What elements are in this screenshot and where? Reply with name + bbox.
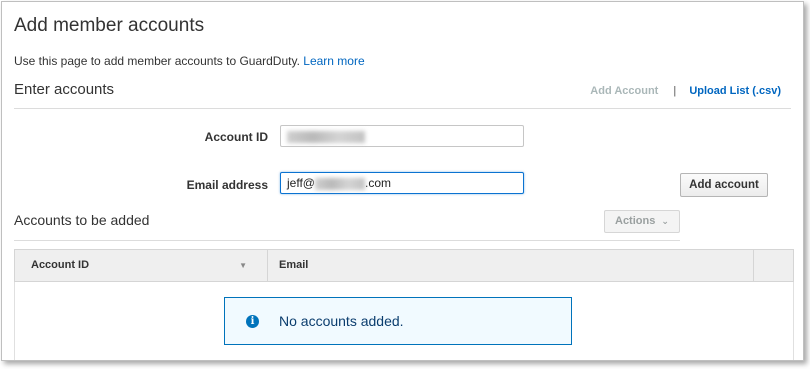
account-id-field[interactable] [280, 125, 524, 147]
description-text: Use this page to add member accounts to … [14, 54, 300, 68]
account-id-label: Account ID [204, 130, 268, 144]
empty-state-message: No accounts added. [279, 313, 404, 329]
accounts-table-header: Account ID ▼ Email [14, 249, 794, 282]
link-separator: | [673, 85, 677, 97]
accounts-divider [14, 240, 680, 241]
info-icon: i [246, 315, 259, 328]
column-label-account-id: Account ID [31, 259, 90, 271]
add-account-button[interactable]: Add account [680, 173, 768, 197]
redacted-account-id [287, 130, 365, 143]
section-divider [14, 108, 791, 109]
upload-list-link[interactable]: Upload List (.csv) [689, 85, 781, 97]
add-member-accounts-panel: Add member accounts Use this page to add… [1, 1, 804, 361]
email-prefix: jeff@ [287, 176, 315, 190]
page-title: Add member accounts [14, 15, 205, 36]
column-header-extra [754, 250, 793, 281]
email-field[interactable]: jeff@ .com [280, 172, 524, 194]
email-suffix: .com [364, 176, 391, 190]
caret-down-icon[interactable]: ▼ [239, 250, 247, 281]
actions-dropdown[interactable]: Actions ⌄ [604, 210, 680, 233]
empty-state-alert: i No accounts added. [224, 297, 572, 345]
learn-more-link[interactable]: Learn more [303, 54, 364, 68]
column-header-account-id[interactable]: Account ID ▼ [15, 250, 268, 281]
actions-label: Actions [615, 215, 656, 227]
enter-mode-links: Add Account | Upload List (.csv) [590, 85, 781, 97]
add-account-link[interactable]: Add Account [590, 85, 658, 97]
column-label-email: Email [279, 259, 309, 271]
enter-accounts-title: Enter accounts [14, 81, 115, 98]
accounts-to-be-added-title: Accounts to be added [14, 212, 150, 228]
page-description: Use this page to add member accounts to … [14, 54, 365, 68]
chevron-down-icon: ⌄ [661, 216, 669, 226]
redacted-email-domain [314, 177, 365, 190]
column-header-email[interactable]: Email [268, 250, 754, 281]
email-label: Email address [186, 178, 268, 192]
